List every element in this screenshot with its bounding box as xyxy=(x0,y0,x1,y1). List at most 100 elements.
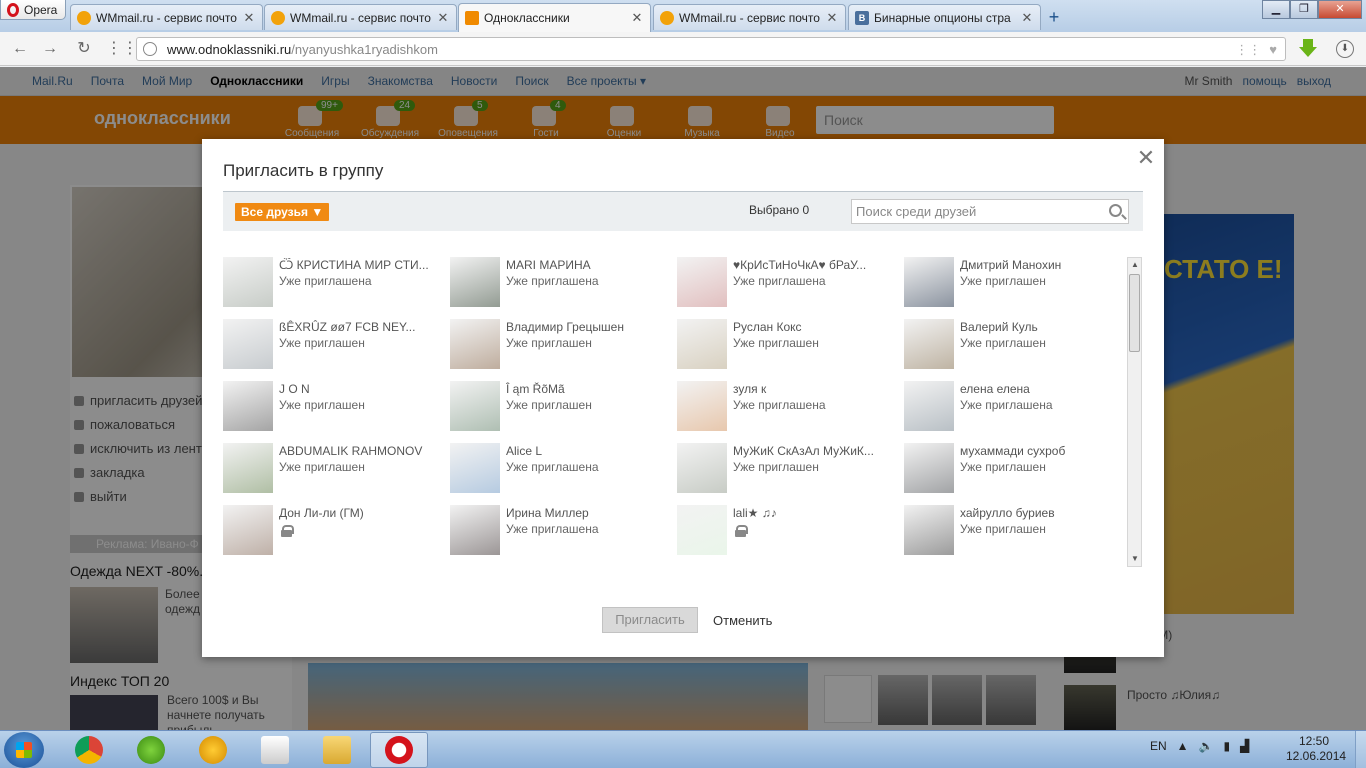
friend-card[interactable]: Дон Ли-ли (ГМ) xyxy=(223,505,443,557)
friends-scrollbar[interactable]: ▲ ▼ xyxy=(1127,257,1142,567)
friend-card[interactable]: Alice L Уже приглашена xyxy=(450,443,670,495)
friend-avatar[interactable] xyxy=(904,381,954,431)
site-info-icon[interactable] xyxy=(143,42,157,56)
friend-card[interactable]: lali★ ♫♪ xyxy=(677,505,897,557)
friend-invite-status: Уже приглашен xyxy=(960,336,1046,350)
bookmark-heart-icon[interactable]: ♥ xyxy=(1269,42,1277,58)
friend-name: Ѽ КРИСТИНА МИР СТИ... xyxy=(279,258,429,272)
url-field[interactable]: www.odnoklassniki.ru/nyanyushka1ryadishk… xyxy=(136,37,1286,61)
friend-card[interactable]: J O N Уже приглашен xyxy=(223,381,443,433)
friend-avatar[interactable] xyxy=(450,381,500,431)
friend-avatar[interactable] xyxy=(223,443,273,493)
opera-menu-button[interactable]: Opera xyxy=(0,0,66,20)
taskbar-app-opera[interactable] xyxy=(370,732,428,768)
friend-card[interactable]: МуЖиК СкАзАл МуЖиК... Уже приглашен xyxy=(677,443,897,495)
friend-card[interactable]: Руслан Кокс Уже приглашен xyxy=(677,319,897,371)
tab-close-icon[interactable]: ✕ xyxy=(825,10,839,26)
browser-tab[interactable]: B Бинарные опционы стра ✕ xyxy=(848,4,1041,30)
friend-avatar[interactable] xyxy=(450,257,500,307)
tab-close-icon[interactable]: ✕ xyxy=(242,10,256,26)
friend-name: МуЖиК СкАзАл МуЖиК... xyxy=(733,444,874,458)
friend-card[interactable]: ßÊXRÛZ øø7 FCB NEY... Уже приглашен xyxy=(223,319,443,371)
friend-avatar[interactable] xyxy=(677,505,727,555)
volume-icon[interactable]: 🔈 xyxy=(1199,739,1214,753)
language-indicator[interactable]: EN xyxy=(1150,739,1167,753)
friend-avatar[interactable] xyxy=(677,319,727,369)
chrome-icon xyxy=(75,736,103,764)
network-icon[interactable]: ▟ xyxy=(1240,739,1249,753)
minimize-button[interactable]: ▁ xyxy=(1262,0,1290,19)
friend-avatar[interactable] xyxy=(450,443,500,493)
scroll-up-icon[interactable]: ▲ xyxy=(1130,260,1140,270)
friend-invite-status: Уже приглашен xyxy=(279,460,365,474)
forward-icon[interactable]: → xyxy=(40,40,60,58)
friend-card[interactable]: зуля к Уже приглашена xyxy=(677,381,897,433)
friend-avatar[interactable] xyxy=(223,381,273,431)
friend-avatar[interactable] xyxy=(677,381,727,431)
friend-card[interactable]: елена елена Уже приглашена xyxy=(904,381,1123,433)
tab-close-icon[interactable]: ✕ xyxy=(1020,10,1034,26)
friend-card[interactable]: Ирина Миллер Уже приглашена xyxy=(450,505,670,557)
window-close-button[interactable]: ✕ xyxy=(1318,0,1362,19)
taskbar-app-aimp[interactable] xyxy=(184,732,242,768)
reload-icon[interactable]: ↻ xyxy=(74,40,94,58)
browser-tab[interactable]: WMmail.ru - сервис почто ✕ xyxy=(653,4,846,30)
friend-avatar[interactable] xyxy=(904,505,954,555)
friend-avatar[interactable] xyxy=(223,257,273,307)
wmmail-icon xyxy=(271,10,285,25)
invite-button[interactable]: Пригласить xyxy=(602,607,698,633)
scroll-down-icon[interactable]: ▼ xyxy=(1130,554,1140,564)
scroll-thumb[interactable] xyxy=(1129,274,1140,352)
friend-card[interactable]: Ѽ КРИСТИНА МИР СТИ... Уже приглашена xyxy=(223,257,443,309)
friend-card[interactable]: Дмитрий Манохин Уже приглашен xyxy=(904,257,1123,309)
taskbar-app-chrome[interactable] xyxy=(60,732,118,768)
new-tab-button[interactable]: + xyxy=(1044,7,1064,27)
stash-icon[interactable]: ⋮⋮ xyxy=(1235,42,1261,58)
friend-avatar[interactable] xyxy=(677,443,727,493)
friend-avatar[interactable] xyxy=(904,319,954,369)
friend-avatar[interactable] xyxy=(450,505,500,555)
browser-menu-icon[interactable]: ⬇ xyxy=(1336,40,1354,58)
taskbar-app-solitaire[interactable] xyxy=(246,732,304,768)
friend-card[interactable]: мухаммади сухроб Уже приглашен xyxy=(904,443,1123,495)
taskbar-app-utorrent[interactable] xyxy=(122,732,180,768)
friend-avatar[interactable] xyxy=(223,505,273,555)
back-icon[interactable]: ← xyxy=(10,40,30,58)
browser-tab[interactable]: WMmail.ru - сервис почто ✕ xyxy=(264,4,457,30)
start-button[interactable] xyxy=(4,732,44,768)
friend-name: Ирина Миллер xyxy=(506,506,589,520)
tab-close-icon[interactable]: ✕ xyxy=(436,10,450,26)
search-icon[interactable] xyxy=(1109,204,1122,217)
friend-card[interactable]: Валерий Куль Уже приглашен xyxy=(904,319,1123,371)
cancel-button[interactable]: Отменить xyxy=(713,613,772,628)
close-icon[interactable]: ✕ xyxy=(1136,147,1156,169)
tab-close-icon[interactable]: ✕ xyxy=(630,10,644,26)
friend-avatar[interactable] xyxy=(450,319,500,369)
friend-card[interactable]: Владимир Грецышен Уже приглашен xyxy=(450,319,670,371)
friend-avatar[interactable] xyxy=(904,257,954,307)
show-desktop-button[interactable] xyxy=(1355,731,1366,768)
friend-invite-status: Уже приглашен xyxy=(279,336,365,350)
friend-card[interactable]: MARI МАРИНА Уже приглашена xyxy=(450,257,670,309)
friend-avatar[interactable] xyxy=(223,319,273,369)
friend-card[interactable]: ABDUMALIK RAHMONOV Уже приглашен xyxy=(223,443,443,495)
tab-title: Одноклассники xyxy=(484,11,570,25)
speed-dial-icon[interactable]: ⋮⋮ xyxy=(106,40,138,58)
download-icon[interactable] xyxy=(1298,39,1318,59)
taskbar-app-explorer[interactable] xyxy=(308,732,366,768)
friend-card[interactable]: хайрулло буриев Уже приглашен xyxy=(904,505,1123,557)
friends-search-input[interactable] xyxy=(852,200,1102,223)
tab-title: Бинарные опционы стра xyxy=(874,10,1011,25)
browser-tab[interactable]: WMmail.ru - сервис почто ✕ xyxy=(70,4,263,30)
browser-tab[interactable]: Одноклассники ✕ xyxy=(458,3,651,32)
tray-expand-icon[interactable]: ▲ xyxy=(1177,739,1189,753)
friend-card[interactable]: ♥КрИсТиНоЧкА♥ бРаУ... Уже приглашена xyxy=(677,257,897,309)
power-icon[interactable]: ▮ xyxy=(1224,739,1231,753)
maximize-button[interactable]: ❐ xyxy=(1290,0,1318,19)
friend-avatar[interactable] xyxy=(904,443,954,493)
friend-avatar[interactable] xyxy=(677,257,727,307)
clock[interactable]: 12:50 12.06.2014 xyxy=(1286,734,1346,764)
all-friends-dropdown[interactable]: Все друзья ▼ xyxy=(235,203,330,221)
friend-name: мухаммади сухроб xyxy=(960,444,1066,458)
friend-card[interactable]: Î ąm ŘõMã Уже приглашен xyxy=(450,381,670,433)
